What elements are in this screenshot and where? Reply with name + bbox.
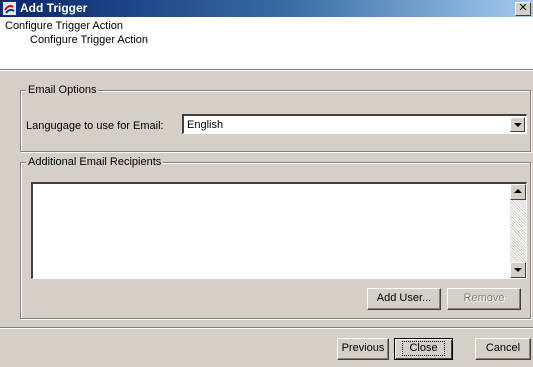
close-window-button[interactable]: ✕: [515, 2, 531, 16]
previous-label: Previous: [341, 342, 385, 354]
header-title: Configure Trigger Action: [5, 20, 124, 32]
email-options-legend: Email Options: [26, 84, 99, 97]
arrow-down-icon: [514, 268, 522, 272]
cancel-label: Cancel: [485, 342, 521, 354]
arrow-up-icon: [514, 189, 522, 193]
app-icon: [2, 1, 17, 16]
add-trigger-dialog: Add Trigger ✕ Configure Trigger Action C…: [0, 0, 533, 367]
close-icon: ✕: [518, 2, 528, 14]
cancel-button[interactable]: Cancel: [475, 338, 531, 360]
header-divider: [0, 69, 533, 71]
language-value: English: [187, 119, 224, 131]
chevron-down-icon: [514, 123, 522, 127]
recipients-scrollbar[interactable]: [510, 184, 526, 278]
add-user-button[interactable]: Add User...: [367, 288, 441, 310]
recipients-textarea[interactable]: [31, 182, 527, 279]
close-button[interactable]: Close: [394, 338, 453, 360]
scroll-down-button[interactable]: [510, 262, 526, 278]
wizard-header: Configure Trigger Action Configure Trigg…: [0, 17, 533, 69]
header-subtitle: Configure Trigger Action: [30, 34, 149, 46]
previous-button[interactable]: Previous: [337, 338, 389, 360]
language-select[interactable]: English: [182, 114, 527, 134]
footer-divider: [0, 327, 533, 329]
remove-button[interactable]: Remove: [447, 288, 521, 310]
window-title: Add Trigger: [20, 1, 88, 15]
remove-label: Remove: [463, 292, 505, 304]
language-dropdown-button[interactable]: [510, 117, 525, 132]
scroll-up-button[interactable]: [510, 184, 526, 200]
close-label: Close: [402, 341, 445, 356]
recipients-legend: Additional Email Recipients: [26, 156, 164, 169]
add-user-label: Add User...: [376, 292, 432, 304]
title-bar[interactable]: Add Trigger ✕: [0, 0, 533, 17]
language-label: Langugage to use for Email:: [26, 120, 164, 132]
